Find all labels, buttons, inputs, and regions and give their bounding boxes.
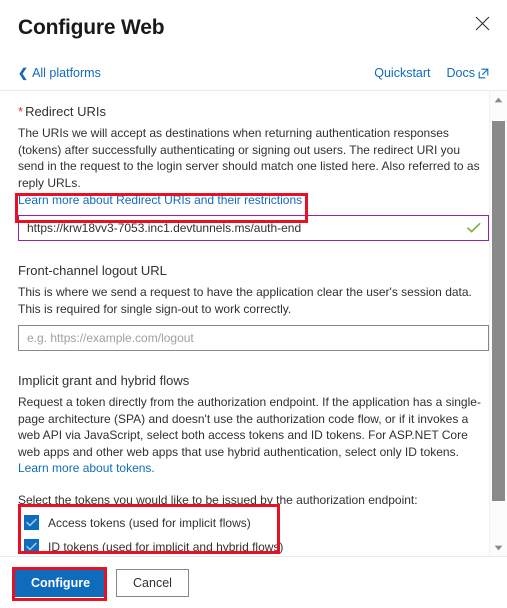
docs-link[interactable]: Docs	[447, 66, 489, 80]
front-channel-logout-input[interactable]: e.g. https://example.com/logout	[18, 325, 489, 351]
redirect-uris-learn-more-link[interactable]: Learn more about Redirect URIs and their…	[18, 193, 302, 207]
command-bar: ❮ All platforms Quickstart Docs	[0, 56, 507, 91]
external-link-icon	[478, 68, 489, 79]
front-channel-logout-placeholder: e.g. https://example.com/logout	[27, 331, 194, 345]
chevron-left-icon: ❮	[18, 66, 29, 80]
checkbox-label-id-tokens[interactable]: ID tokens (used for implicit and hybrid …	[48, 540, 283, 554]
scroll-up-button[interactable]	[490, 91, 507, 108]
page-title: Configure Web	[18, 16, 165, 39]
checkbox-row-access-tokens[interactable]: Access tokens (used for implicit flows)	[24, 513, 489, 533]
configure-button[interactable]: Configure	[14, 568, 108, 597]
quickstart-link[interactable]: Quickstart	[374, 66, 430, 80]
checkbox-label-access-tokens[interactable]: Access tokens (used for implicit flows)	[48, 516, 251, 530]
checkbox-access-tokens[interactable]	[24, 515, 39, 530]
docs-label: Docs	[446, 66, 475, 80]
implicit-grant-description-text: Request a token directly from the author…	[18, 395, 481, 459]
front-channel-logout-label: Front-channel logout URL	[18, 263, 167, 278]
vertical-scrollbar[interactable]	[489, 91, 507, 556]
back-link-label: All platforms	[32, 66, 101, 80]
checkbox-row-id-tokens[interactable]: ID tokens (used for implicit and hybrid …	[24, 537, 489, 557]
command-bar-right: Quickstart Docs	[374, 66, 489, 80]
checkbox-id-tokens[interactable]	[24, 539, 39, 554]
implicit-grant-label: Implicit grant and hybrid flows	[18, 373, 190, 388]
scroll-down-button[interactable]	[490, 539, 507, 556]
scrollbar-track[interactable]	[490, 108, 507, 539]
redirect-uri-input[interactable]: https://krw18vv3-7053.inc1.devtunnels.ms…	[18, 215, 489, 241]
close-icon[interactable]	[467, 8, 497, 38]
back-to-all-platforms-link[interactable]: ❮ All platforms	[18, 66, 101, 80]
redirect-uris-label: * Redirect URIs	[18, 103, 489, 121]
panel-header: Configure Web	[0, 0, 507, 56]
implicit-grant-description: Request a token directly from the author…	[18, 394, 489, 477]
panel-footer: Configure Cancel	[0, 556, 507, 608]
redirect-uris-description: The URIs we will accept as destinations …	[18, 126, 480, 190]
panel-body: * Redirect URIs The URIs we will accept a…	[0, 91, 507, 556]
redirect-uris-label-text: Redirect URIs	[25, 104, 106, 119]
required-asterisk: *	[18, 104, 24, 119]
checkmark-icon	[467, 222, 481, 234]
tokens-learn-more-link[interactable]: Learn more about tokens.	[18, 461, 155, 475]
redirect-uri-input-value: https://krw18vv3-7053.inc1.devtunnels.ms…	[27, 221, 302, 235]
scroll-content: * Redirect URIs The URIs we will accept a…	[0, 91, 507, 556]
cancel-button[interactable]: Cancel	[116, 568, 189, 597]
configure-web-panel: Configure Web ❮ All platforms Quickstart…	[0, 0, 507, 608]
scrollbar-thumb[interactable]	[492, 121, 505, 501]
token-selection-prompt: Select the tokens you would like to be i…	[18, 492, 418, 507]
quickstart-label: Quickstart	[374, 66, 431, 80]
front-channel-logout-description: This is where we send a request to have …	[18, 285, 472, 316]
